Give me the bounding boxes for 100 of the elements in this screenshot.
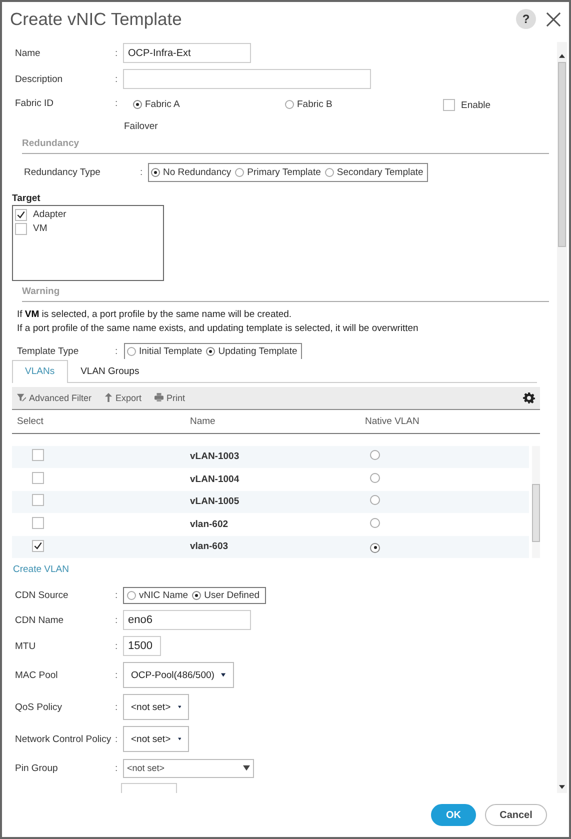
field-label: CDN Source: [15, 590, 70, 601]
arrow-up-icon: [104, 393, 113, 402]
column-header: Native VLAN: [365, 416, 420, 427]
checkbox[interactable]: [443, 98, 455, 110]
checkbox-label: Enable: [461, 100, 491, 111]
native-vlan-radio[interactable]: [370, 472, 380, 483]
colon: :: [140, 167, 144, 178]
vlan-name: vLAN-1004: [190, 474, 240, 485]
caret-icon: [221, 672, 226, 678]
radio-button[interactable]: [151, 168, 160, 178]
vlan-name: vlan-602: [190, 518, 230, 530]
radio-button[interactable]: [133, 100, 142, 109]
radio-button[interactable]: [206, 347, 216, 356]
field-label: Network Control Policy: [15, 734, 112, 745]
settings-icon[interactable]: [523, 392, 535, 404]
caret-icon: [178, 704, 181, 710]
colon: :: [115, 346, 119, 357]
field-label: Fabric ID: [15, 98, 55, 109]
vlan-name: vLAN-1003: [190, 451, 240, 462]
qos-policy-dropdown[interactable]: <not set>: [123, 694, 189, 720]
toolbar-button[interactable]: Advanced Filter: [17, 392, 92, 403]
row-checkbox[interactable]: [32, 472, 44, 484]
mtu-field[interactable]: 1500: [123, 636, 161, 656]
colon: :: [115, 734, 119, 745]
cdn-name-field[interactable]: eno6: [123, 610, 251, 630]
section-heading: Redundancy: [22, 138, 80, 149]
field-label: CDN Name: [15, 614, 65, 626]
radio-button[interactable]: [127, 347, 136, 356]
radio-label: Fabric B: [297, 99, 332, 110]
tab[interactable]: VLANs: [12, 360, 68, 383]
colon: :: [115, 48, 119, 58]
radio-button[interactable]: [235, 168, 244, 178]
native-vlan-radio[interactable]: [370, 518, 380, 528]
section-heading: Warning: [22, 286, 60, 297]
vlan-name: vLAN-1005: [190, 496, 240, 508]
create-vlan-link[interactable]: Create VLAN: [13, 564, 69, 576]
field-label: Description: [15, 74, 64, 84]
colon: :: [115, 590, 119, 601]
close-icon[interactable]: [546, 12, 561, 26]
colon: :: [115, 640, 119, 652]
dialog-title: Create vNIC Template: [10, 8, 183, 30]
caret-icon: [243, 765, 250, 772]
cancel-button[interactable]: Cancel: [485, 804, 547, 826]
field-label: Template Type: [17, 346, 80, 357]
scroll-down-icon[interactable]: [559, 785, 565, 789]
column-header: Name: [190, 416, 216, 427]
colon: :: [115, 670, 119, 681]
radio-label: User Defined: [204, 590, 260, 601]
row-checkbox[interactable]: [32, 494, 44, 506]
checkbox-label: Adapter: [33, 209, 66, 220]
vlan-name: vlan-603: [190, 541, 230, 552]
checkbox[interactable]: [15, 208, 27, 221]
row-checkbox[interactable]: [32, 516, 44, 529]
colon: :: [115, 762, 119, 774]
native-vlan-radio[interactable]: [370, 495, 380, 506]
scrollbar-thumb[interactable]: [558, 62, 566, 247]
radio-label: vNIC Name: [139, 590, 188, 601]
caret-icon: [178, 736, 181, 742]
help-button[interactable]: ?: [516, 9, 536, 29]
input-field[interactable]: [121, 783, 177, 793]
scrollbar-thumb[interactable]: [532, 484, 540, 542]
field-label: MAC Pool: [15, 670, 59, 681]
name-field[interactable]: OCP-Infra-Ext: [123, 43, 251, 63]
colon: :: [115, 702, 119, 713]
radio-label: Initial Template: [139, 346, 202, 358]
field-label: Redundancy Type: [24, 167, 102, 178]
checkbox-label: VM: [33, 223, 48, 234]
warning-text: If VM is selected, a port profile by the same name will be created.: [17, 308, 293, 322]
radio-label: Secondary Template: [336, 167, 424, 178]
field-label: MTU: [15, 640, 37, 652]
printer-icon: [154, 393, 164, 402]
scroll-up-icon[interactable]: [559, 54, 565, 58]
tab[interactable]: VLAN Groups: [68, 360, 152, 382]
toolbar-button[interactable]: Export: [104, 392, 142, 403]
radio-button[interactable]: [285, 100, 294, 109]
radio-button[interactable]: [127, 590, 136, 600]
radio-button[interactable]: [324, 168, 334, 178]
toolbar-button[interactable]: Print: [154, 392, 186, 403]
filter-icon: [17, 393, 26, 402]
checkbox[interactable]: [15, 222, 27, 235]
radio-button[interactable]: [192, 590, 202, 600]
checkbox-label: Failover: [124, 121, 158, 132]
row-checkbox[interactable]: [32, 449, 44, 462]
field-label: Pin Group: [15, 762, 59, 774]
network-control-policy-dropdown[interactable]: <not set>: [123, 726, 189, 752]
row-checkbox[interactable]: [32, 540, 44, 552]
form-scrollbar[interactable]: [557, 42, 567, 793]
warning-text: If a port profile of the same name exists, and updating template is selected, it will be overwritten: [17, 322, 420, 336]
table-scrollbar[interactable]: [532, 446, 540, 558]
section-heading: Target: [12, 192, 40, 204]
native-vlan-radio[interactable]: [370, 542, 380, 553]
native-vlan-radio[interactable]: [370, 450, 380, 460]
colon: :: [115, 614, 119, 626]
field-label: QoS Policy: [15, 702, 63, 713]
description-field[interactable]: [123, 69, 371, 89]
field-label: Name: [15, 48, 42, 58]
mac-pool-dropdown[interactable]: OCP-Pool(486/500): [123, 662, 234, 688]
pin-group-dropdown[interactable]: <not set>: [123, 758, 254, 778]
radio-label: Primary Template: [247, 167, 321, 178]
radio-label: No Redundancy: [163, 167, 232, 178]
